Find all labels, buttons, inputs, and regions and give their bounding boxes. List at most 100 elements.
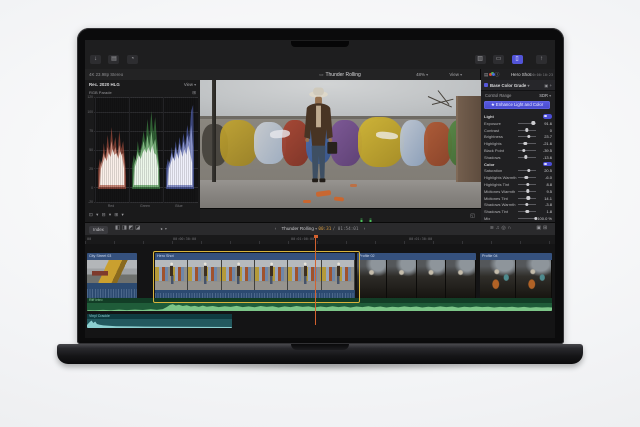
scope-tick: 100: [87, 110, 93, 114]
slider-row-exposure: Exposure 91.6: [484, 120, 552, 126]
ruler-tick-label: 00:01:30:00: [409, 236, 433, 241]
camera-notch: [291, 41, 349, 47]
tool-select-menu[interactable]: ▲ ▾: [158, 225, 167, 231]
slider-row-brightness: Brightness 23.7: [484, 134, 552, 140]
slider-row-saturation: Saturation 20.5: [484, 168, 552, 174]
slider-row-shadows-warmth: Shadows Warmth -3.8: [484, 202, 552, 208]
transitions-browser-icon[interactable]: ⊞: [543, 226, 549, 231]
blue-waveform: [163, 97, 196, 203]
format-info: 4K 23.98p Stereo: [89, 72, 124, 77]
screen: ↓ ▤ ◔ ▥ ▭ ▯ ↑ 4K 23.98p Stereo ▭ Thunder …: [85, 40, 555, 338]
desktop-background: ↓ ▤ ◔ ▥ ▭ ▯ ↑ 4K 23.98p Stereo ▭ Thunder …: [0, 0, 640, 427]
control-range-label: Control Range: [485, 93, 512, 98]
inspector-clip-name: Hero Shot: [511, 72, 531, 77]
lid-scoop: [291, 344, 349, 350]
inspector-clip-duration: 00:00:10:23: [530, 72, 553, 77]
scope-tick: 0: [91, 186, 93, 190]
clip-hero-shot[interactable]: Hero Shot: [155, 253, 355, 299]
import-media-icon[interactable]: ↓: [90, 55, 101, 64]
color-inspector-icon[interactable]: [488, 71, 496, 77]
chevron-down-icon: ▾: [527, 83, 530, 88]
sparkle-icon: ★: [490, 101, 495, 107]
clip-name-label: Profile 04: [480, 253, 552, 260]
slider-row-contrast: Contrast 0: [484, 127, 552, 133]
macbook-lid: ↓ ▤ ◔ ▥ ▭ ▯ ↑ 4K 23.98p Stereo ▭ Thunder …: [77, 28, 564, 344]
share-icon[interactable]: ↑: [536, 55, 547, 64]
ruler-tick-label: 00:00:30:00: [173, 236, 197, 241]
audio-clip-riff-intro[interactable]: Riff Intro: [87, 298, 552, 311]
enhance-button[interactable]: ★ Enhance Light and Color: [484, 100, 550, 109]
clip-name-label: Profile 02: [357, 253, 476, 260]
ruler-tick-label: 00:01:00:00: [291, 236, 315, 241]
scope-settings-icons[interactable]: ⊡ ▾ ⊟ ▾ ⊞ ▾: [89, 212, 125, 218]
playhead[interactable]: [313, 235, 318, 325]
base-color-grade-row[interactable]: Base Color Grade ▾ ▣ +: [481, 80, 555, 91]
audio-clip-vinyl-crackle[interactable]: Vinyl Crackle: [87, 314, 232, 328]
scope-grid-icon[interactable]: ⊞: [192, 90, 196, 96]
fullscreen-icon[interactable]: ◱: [470, 213, 475, 219]
slider-row-midtones-tint: Midtones Tint 14.1: [484, 195, 552, 201]
clip-city-street-03[interactable]: City Street 03: [87, 253, 137, 299]
viewer-zoom-menu[interactable]: 48% ▾: [416, 72, 428, 77]
inspector-toggle-icon[interactable]: ▯: [511, 55, 523, 64]
viewer-pane: ▶ 00:00:01:00 ◱: [200, 80, 481, 228]
scope-view-menu[interactable]: View ▾: [184, 82, 196, 87]
video-scopes-pane: Rec. 2020 HLG View ▾ RGB Parade ⊞ 120 10…: [85, 80, 201, 222]
toolbar-left-group: ↓ ▤ ◔: [90, 47, 141, 65]
chevron-down-icon: ▾: [315, 226, 318, 231]
index-button[interactable]: Index: [89, 225, 108, 234]
slider-row-shadows: Shadows -13.6: [484, 154, 552, 160]
ruler-start-label: 00: [87, 236, 92, 241]
grade-color-swatch: [484, 83, 488, 87]
macbook-base: [57, 344, 583, 364]
keyword-editor-icon[interactable]: ▤: [108, 55, 120, 64]
info-inspector-icon[interactable]: ⓘ: [495, 72, 500, 77]
blue-channel-label: Blue: [175, 204, 183, 208]
video-frame[interactable]: [200, 80, 481, 208]
previous-project-arrow[interactable]: ‹: [275, 226, 277, 231]
chevron-down-icon: ▾: [194, 83, 196, 87]
timeline-toggle-icon[interactable]: ▭: [493, 55, 505, 64]
scope-colorspace-label: Rec. 2020 HLG: [89, 82, 120, 87]
chevron-down-icon: ▾: [460, 73, 462, 77]
control-range-row: Control Range SDR ▾: [481, 91, 555, 99]
browser-toggle-icon[interactable]: ▥: [474, 55, 486, 64]
scope-tick: 50: [89, 148, 93, 152]
light-enable-badge[interactable]: [543, 114, 552, 119]
scope-tick: -20: [88, 200, 93, 204]
slider-row-highlights-warmth: Highlights Warmth -6.0: [484, 175, 552, 181]
arrow-tool-icon: ▲: [158, 225, 164, 231]
green-channel-label: Green: [140, 204, 150, 208]
color-section-row: Color: [481, 161, 555, 168]
toolbar-right-group: ▥ ▭ ▯ ↑: [474, 47, 550, 65]
scope-tick: 25: [89, 167, 93, 171]
slider-row-highlights-tint: Highlights Tint 8.8: [484, 182, 552, 187]
timeline-project-menu[interactable]: Thunder Rolling ▾: [281, 226, 317, 231]
connect-edit-icon[interactable]: ◧: [115, 225, 122, 231]
chevron-down-icon: ▾: [426, 73, 428, 77]
light-section-row: Light: [481, 113, 555, 120]
next-project-arrow[interactable]: ›: [364, 226, 366, 231]
slider-row-mix: Mix 100.0 %: [484, 216, 552, 221]
chevron-down-icon: ▾: [549, 94, 551, 98]
person-figure: [304, 87, 338, 183]
monitor-icon: ▭: [319, 71, 324, 77]
viewer-title: ▭ Thunder Rolling: [319, 71, 361, 78]
clip-profile-04[interactable]: Profile 04: [480, 253, 552, 299]
chevron-down-icon: ▾: [164, 226, 167, 231]
snapping-icon[interactable]: ∩: [508, 226, 513, 231]
red-channel-label: Red: [107, 204, 115, 208]
grade-options-icon[interactable]: ▣: [544, 83, 548, 88]
red-waveform: [95, 97, 128, 203]
control-range-menu[interactable]: SDR ▾: [539, 93, 551, 98]
overwrite-edit-icon[interactable]: ◪: [135, 225, 142, 231]
grade-add-icon[interactable]: +: [550, 83, 552, 88]
timeline-position: 00:31: [318, 226, 332, 232]
clip-profile-02[interactable]: Profile 02: [357, 253, 476, 299]
color-enable-badge[interactable]: [543, 161, 552, 167]
background-tasks-icon[interactable]: ◔: [126, 55, 138, 64]
slider-row-midtones-warmth: Midtones Warmth 9.5: [484, 188, 552, 194]
viewer-view-menu[interactable]: View ▾: [449, 72, 462, 77]
slider-row-highlights: Highlights -21.6: [484, 141, 552, 147]
timeline-tracks: City Street 03 Hero Shot Profile 02 Prof…: [85, 244, 555, 338]
